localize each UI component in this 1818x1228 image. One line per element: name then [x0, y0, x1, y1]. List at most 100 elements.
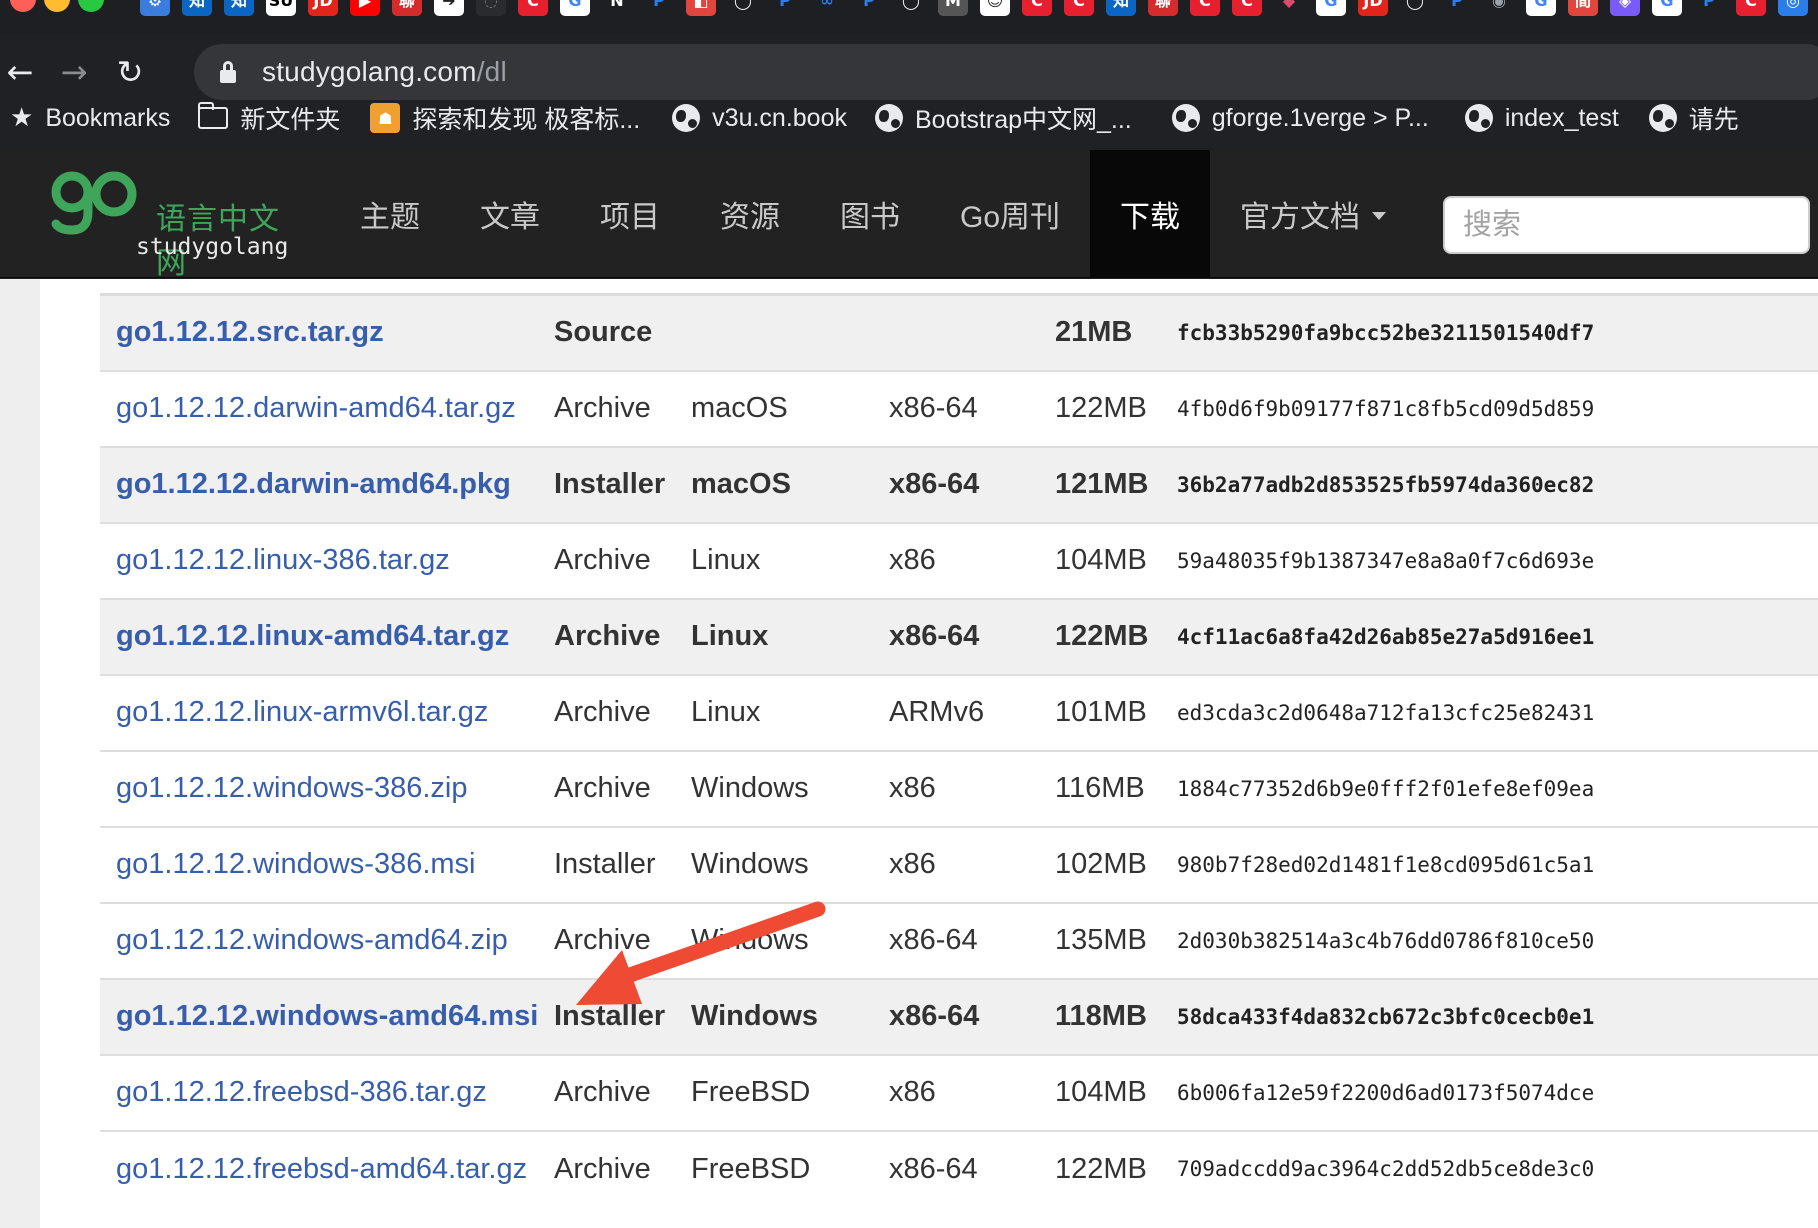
tab-favicon-icon[interactable]: 間	[1568, 0, 1598, 16]
download-link[interactable]: go1.12.12.freebsd-386.tar.gz	[116, 1076, 487, 1108]
os-cell: Windows	[691, 1000, 819, 1032]
url-text[interactable]: studygolang.com/dl	[262, 56, 507, 88]
tab-favicon-icon[interactable]: ▶	[350, 0, 380, 16]
bookmark-truncated[interactable]: 请先	[1648, 86, 1739, 150]
tab-favicon-icon[interactable]: JD	[1358, 0, 1388, 16]
site-navbar: 语言中文网 studygolang 主题 文章 项目 资源 图书 Go周刊 下载…	[0, 150, 1818, 280]
tab-favicon-icon[interactable]: 知	[224, 0, 254, 16]
site-logo[interactable]: 语言中文网 studygolang	[50, 150, 310, 280]
tab-favicon-icon[interactable]: P	[854, 0, 884, 16]
tab-favicon-icon[interactable]: P	[770, 0, 800, 16]
file-cell: go1.12.12.windows-amd64.msi	[100, 979, 538, 1055]
folder-icon	[198, 102, 229, 129]
url-path: /dl	[476, 56, 507, 87]
nav-official-docs-dropdown[interactable]: 官方文档	[1210, 150, 1416, 278]
kind-cell: Archive	[554, 544, 651, 576]
download-link[interactable]: go1.12.12.darwin-amd64.tar.gz	[116, 392, 516, 424]
maximize-window-button[interactable]	[78, 0, 104, 12]
checksum-cell: 709adccdd9ac3964c2dd52db5ce8de3c0	[1177, 1157, 1595, 1181]
download-link[interactable]: go1.12.12.linux-amd64.tar.gz	[116, 620, 509, 652]
tab-favicon-icon[interactable]: G	[1316, 0, 1346, 16]
tab-favicon-icon[interactable]: G	[560, 0, 590, 16]
nav-articles[interactable]: 文章	[450, 150, 570, 278]
pinned-tabs: ⚙ 知知 SU JD ▶ 聯 ➔ ◌ C G N P ◧ ◯ P ∞ P ◯ M ☺ C C 知聯 C C ◆ G JD ◯ P ◉ G 間 ◈ G…	[140, 0, 1808, 16]
tab-favicon-icon[interactable]: C	[1736, 0, 1766, 16]
table-row: go1.12.12.windows-386.msi Installer Window…	[100, 826, 1818, 903]
arch-cell: x86-64	[889, 620, 980, 652]
os-cell: macOS	[691, 468, 791, 500]
tab-favicon-icon[interactable]: ◎	[1778, 0, 1808, 16]
tab-favicon-icon[interactable]: ◈	[1610, 0, 1640, 16]
tab-favicon-icon[interactable]: ◌	[476, 0, 506, 16]
download-link[interactable]: go1.12.12.windows-386.msi	[116, 848, 475, 880]
tab-favicon-icon[interactable]: 知	[182, 0, 212, 16]
download-link[interactable]: go1.12.12.linux-armv6l.tar.gz	[116, 696, 488, 728]
tab-favicon-icon[interactable]: C	[1022, 0, 1052, 16]
nav-projects[interactable]: 项目	[570, 150, 690, 278]
tab-favicon-icon[interactable]: ◯	[728, 0, 758, 16]
download-link[interactable]: go1.12.12.src.tar.gz	[116, 316, 384, 348]
nav-download[interactable]: 下载	[1090, 150, 1211, 278]
tab-favicon-icon[interactable]: C	[518, 0, 548, 16]
bookmark-bookmarks[interactable]: ★ Bookmarks	[10, 86, 170, 150]
tab-favicon-icon[interactable]: P	[1694, 0, 1724, 16]
tab-favicon-icon[interactable]: 知	[1106, 0, 1136, 16]
tab-favicon-icon[interactable]: G	[1652, 0, 1682, 16]
tab-favicon-icon[interactable]: P	[1442, 0, 1472, 16]
os-cell: FreeBSD	[691, 1076, 811, 1108]
tab-favicon-icon[interactable]: ⚙	[140, 0, 170, 16]
bookmark-v3u[interactable]: v3u.cn.book	[672, 86, 847, 150]
nav-label: 资源	[720, 201, 780, 234]
tab-favicon-icon[interactable]: ☺	[980, 0, 1010, 16]
tab-favicon-icon[interactable]: ∞	[812, 0, 842, 16]
tab-favicon-icon[interactable]: N	[602, 0, 632, 16]
download-link[interactable]: go1.12.12.linux-386.tar.gz	[116, 544, 450, 576]
nav-topics[interactable]: 主题	[330, 150, 450, 278]
search-input[interactable]	[1443, 196, 1810, 254]
tab-favicon-icon[interactable]: G	[1526, 0, 1556, 16]
file-cell: go1.12.12.linux-386.tar.gz	[100, 523, 538, 599]
size-cell: 118MB	[1055, 1000, 1147, 1032]
close-window-button[interactable]	[10, 0, 36, 12]
download-link[interactable]: go1.12.12.windows-amd64.msi	[116, 1000, 538, 1032]
tab-favicon-icon[interactable]: ◆	[1274, 0, 1304, 16]
download-link[interactable]: go1.12.12.freebsd-amd64.tar.gz	[116, 1153, 527, 1185]
tab-favicon-icon[interactable]: ◯	[896, 0, 926, 16]
tab-favicon-icon[interactable]: C	[1064, 0, 1094, 16]
download-link[interactable]: go1.12.12.windows-386.zip	[116, 772, 467, 804]
size-cell: 122MB	[1055, 620, 1149, 652]
nav-resources[interactable]: 资源	[690, 150, 810, 278]
download-link[interactable]: go1.12.12.darwin-amd64.pkg	[116, 468, 511, 500]
main-nav: 主题 文章 项目 资源 图书 Go周刊 下载 官方文档	[330, 150, 1416, 278]
site-icon: ☗	[370, 103, 401, 133]
bookmark-gforge[interactable]: gforge.1verge > P...	[1171, 86, 1429, 150]
checksum-cell: 4fb0d6f9b09177f871c8fb5cd09d5d859	[1177, 396, 1595, 421]
table-row: go1.12.12.windows-amd64.msi Installer Wind…	[100, 978, 1818, 1055]
forward-arrow-icon: →	[60, 53, 88, 91]
bookmark-index-test[interactable]: index_test	[1464, 86, 1619, 150]
nav-books[interactable]: 图书	[810, 150, 930, 278]
bookmark-bootstrap[interactable]: Bootstrap中文网_...	[875, 86, 1132, 150]
tab-favicon-icon[interactable]: M	[938, 0, 968, 16]
bookmark-label: index_test	[1504, 103, 1619, 132]
tab-favicon-icon[interactable]: C	[1232, 0, 1262, 16]
tab-favicon-icon[interactable]: 聯	[1148, 0, 1178, 16]
minimize-window-button[interactable]	[44, 0, 70, 12]
bookmark-geek-explore[interactable]: ☗ 探索和发现 极客标...	[370, 86, 640, 150]
tab-favicon-icon[interactable]: ➔	[434, 0, 464, 16]
nav-go-weekly[interactable]: Go周刊	[930, 150, 1090, 278]
lock-icon[interactable]	[220, 61, 236, 83]
tab-favicon-icon[interactable]: 聯	[392, 0, 422, 16]
tab-favicon-icon[interactable]: C	[1190, 0, 1220, 16]
download-link[interactable]: go1.12.12.windows-amd64.zip	[116, 924, 508, 956]
tab-favicon-icon[interactable]: ◉	[1484, 0, 1514, 16]
tab-favicon-icon[interactable]: JD	[308, 0, 338, 16]
tab-favicon-icon[interactable]: SU	[266, 0, 296, 16]
tab-favicon-icon[interactable]: ◧	[686, 0, 716, 16]
size-cell: 104MB	[1055, 1076, 1147, 1108]
tab-favicon-icon[interactable]: P	[644, 0, 674, 16]
arch-cell: x86-64	[889, 1000, 980, 1032]
bookmark-new-folder[interactable]: 新文件夹	[198, 86, 340, 150]
globe-icon	[1171, 104, 1200, 132]
tab-favicon-icon[interactable]: ◯	[1400, 0, 1430, 16]
